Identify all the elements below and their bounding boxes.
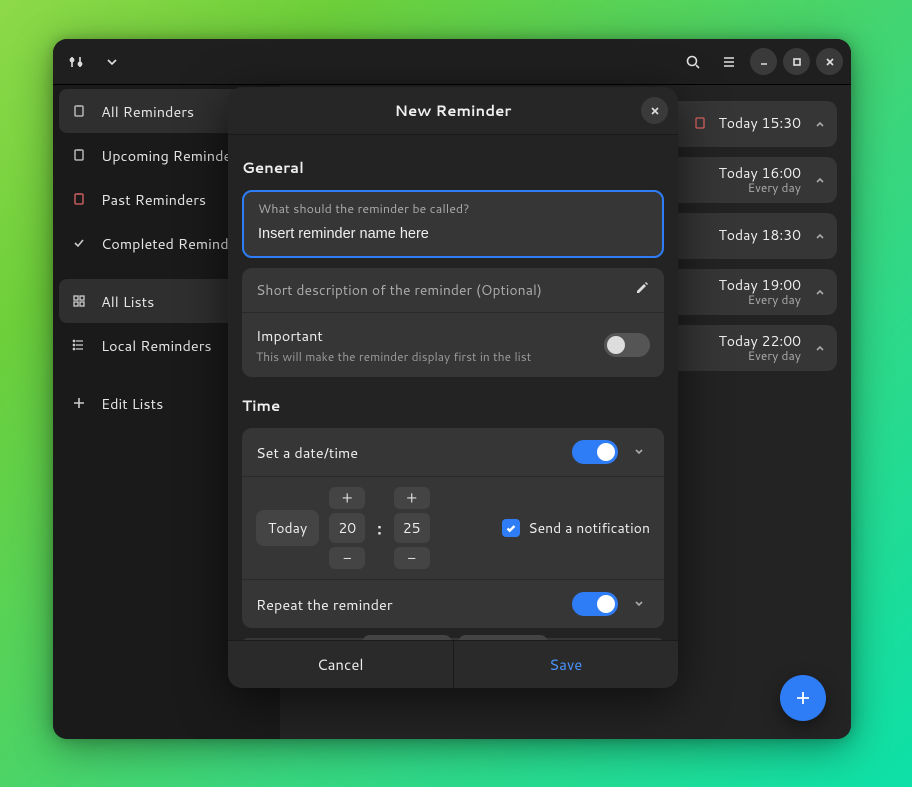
check-icon [71,235,87,251]
description-row[interactable]: Short description of the reminder (Optio… [242,268,664,313]
cancel-button[interactable]: Cancel [228,641,453,688]
dialog-footer: Cancel Save [228,640,678,688]
minute-increment[interactable]: + [394,487,430,509]
notification-checkbox[interactable] [502,519,520,537]
dialog-close-button[interactable] [641,97,668,124]
chevron-up-icon[interactable] [811,283,829,301]
settings-toggle-icon[interactable] [61,47,91,77]
important-sub: This will make the reminder display firs… [256,348,531,365]
chevron-up-icon[interactable] [811,115,829,133]
minimize-button[interactable] [750,48,777,75]
chevron-down-icon[interactable] [628,441,650,463]
repeat-label: Repeat the reminder [256,594,393,615]
set-datetime-toggle[interactable] [572,440,618,464]
maximize-button[interactable] [783,48,810,75]
important-toggle[interactable] [604,333,650,357]
sidebar-label: All Lists [101,291,154,312]
hour-value[interactable]: 20 [329,513,365,543]
name-hint: What should the reminder be called? [258,200,648,218]
reminder-name-field[interactable]: What should the reminder be called? [242,190,664,258]
plus-icon [71,395,87,411]
clipboard-alert-icon [693,113,709,136]
hamburger-icon[interactable] [714,47,744,77]
set-datetime-label: Set a date/time [256,442,358,463]
reminder-sub: Every day [719,181,802,194]
notification-label: Send a notification [528,518,650,538]
pencil-icon [635,280,650,300]
clipboard-icon [71,103,87,119]
chevron-down-icon[interactable] [628,593,650,615]
reminder-name-input[interactable] [258,226,648,242]
minute-decrement[interactable]: − [394,547,430,569]
description-placeholder: Short description of the reminder (Optio… [256,280,542,300]
minute-value[interactable]: 25 [394,513,430,543]
titlebar [53,39,851,85]
close-button[interactable] [816,48,843,75]
datetime-picker: Today + 20 − : + 25 − Send a notificatio… [242,477,664,580]
chevron-up-icon[interactable] [811,227,829,245]
search-icon[interactable] [678,47,708,77]
sidebar-label: Local Reminders [101,335,212,356]
chevron-up-icon[interactable] [811,171,829,189]
important-row: Important This will make the reminder di… [242,313,664,377]
time-colon: : [375,517,383,540]
today-button[interactable]: Today [256,510,319,546]
hour-decrement[interactable]: − [329,547,365,569]
grid-icon [71,293,87,309]
chevron-up-icon[interactable] [811,339,829,357]
list-icon [71,337,87,353]
add-reminder-fab[interactable] [780,675,826,721]
clipboard-past-icon [71,191,87,207]
repeat-row: Repeat the reminder [242,580,664,628]
sidebar-label: Past Reminders [101,189,206,210]
repeat-toggle[interactable] [572,592,618,616]
sidebar-label: All Reminders [101,101,194,122]
cut-off-content [242,638,664,640]
sidebar-label: Edit Lists [101,393,163,414]
reminder-sub: Every day [719,349,802,362]
hour-increment[interactable]: + [329,487,365,509]
reminder-sub: Every day [719,293,802,306]
section-title-time: Time [242,395,664,416]
dialog-title: New Reminder [395,100,512,121]
section-title-general: General [242,157,664,178]
save-button[interactable]: Save [453,641,679,688]
new-reminder-dialog: New Reminder General What should the rem… [228,87,678,688]
reminder-time: Today 15:30 [719,116,802,131]
sidebar-label: Upcoming Reminders [101,145,244,166]
important-label: Important [256,325,531,346]
reminder-time: Today 18:30 [719,228,802,243]
clipboard-icon [71,147,87,163]
set-datetime-row: Set a date/time [242,428,664,477]
dialog-header: New Reminder [228,87,678,135]
dropdown-icon[interactable] [97,47,127,77]
